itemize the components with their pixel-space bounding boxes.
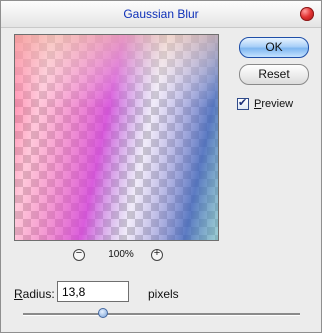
preview-label-text: review: [261, 98, 294, 110]
reset-button[interactable]: Reset: [239, 64, 309, 85]
zoom-in-button[interactable]: +: [151, 247, 163, 261]
checkmark-icon: ✔: [238, 97, 248, 109]
zoom-out-icon: −: [75, 247, 83, 259]
zoom-level: 100%: [108, 249, 134, 260]
preview-checkbox[interactable]: ✔: [237, 97, 249, 110]
dialog-title: Gaussian Blur: [123, 7, 199, 21]
radius-slider-thumb[interactable]: [98, 308, 108, 318]
radius-label-mnemonic: R: [14, 287, 23, 301]
radius-input[interactable]: [57, 281, 129, 302]
radius-unit-label: pixels: [148, 287, 179, 301]
radius-slider-track[interactable]: [23, 313, 300, 316]
close-icon[interactable]: [300, 7, 314, 21]
preview-image: [15, 35, 218, 240]
gaussian-blur-dialog: Gaussian Blur − 100% + OK Reset ✔ Previe…: [0, 0, 322, 333]
zoom-out-button[interactable]: −: [73, 247, 85, 261]
radius-label: Radius:: [14, 287, 55, 301]
title-bar[interactable]: Gaussian Blur: [1, 1, 321, 28]
radius-label-text: adius:: [22, 287, 55, 301]
preview-label: Preview: [254, 98, 293, 110]
blur-preview[interactable]: [14, 34, 219, 241]
zoom-in-icon: +: [153, 247, 161, 259]
ok-button[interactable]: OK: [239, 37, 309, 58]
